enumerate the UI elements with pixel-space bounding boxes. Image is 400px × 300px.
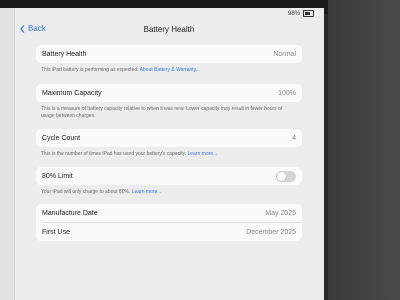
cycle-count-learn-more-link[interactable]: Learn more...: [188, 151, 218, 157]
first-use-value: December 2025: [246, 228, 296, 236]
battery-health-note: This iPad battery is performing as expec…: [41, 67, 200, 73]
maximum-capacity-value: 100%: [278, 89, 296, 97]
cycle-count-note: This is the number of times iPad has use…: [41, 151, 218, 157]
maximum-capacity-note: This is a measure of battery capacity re…: [41, 106, 283, 119]
battery-icon: [303, 10, 314, 17]
settings-sidebar-edge: [0, 8, 15, 300]
manufacture-date-row: Manufacture Date May 2025: [36, 204, 302, 222]
maximum-capacity-card: Maximum Capacity 100%: [36, 84, 302, 102]
limit-80-learn-more-link[interactable]: Learn more...: [132, 189, 162, 195]
first-use-label: First Use: [42, 228, 70, 236]
manufacture-date-label: Manufacture Date: [42, 209, 98, 217]
battery-health-label: Battery Health: [42, 50, 87, 58]
status-bar: 98%: [288, 10, 314, 17]
limit-80-note: Your iPad will only charge to about 80%.…: [41, 189, 162, 195]
maximum-capacity-label: Maximum Capacity: [42, 89, 102, 97]
battery-health-card[interactable]: Battery Health Normal: [36, 45, 302, 63]
limit-80-label: 80% Limit: [42, 172, 73, 180]
cycle-count-label: Cycle Count: [42, 134, 81, 142]
cycle-count-card: Cycle Count 4: [36, 129, 302, 147]
page-title: Battery Health: [143, 25, 195, 34]
manufacture-date-value: May 2025: [265, 209, 296, 217]
background-surface: [328, 0, 400, 300]
first-use-row: First Use December 2025: [36, 223, 302, 241]
about-battery-warranty-link[interactable]: About Battery & Warranty...: [140, 67, 200, 73]
navigation-bar: Back Battery Health: [14, 22, 324, 40]
dates-card: Manufacture Date May 2025 First Use Dece…: [36, 204, 302, 241]
limit-80-toggle[interactable]: [276, 170, 296, 182]
limit-80-card: 80% Limit: [36, 167, 302, 185]
cycle-count-value: 4: [292, 134, 296, 142]
battery-health-value: Normal: [273, 50, 296, 58]
toggle-knob: [277, 171, 286, 181]
ipad-screen: 98% Back Battery Health Battery Health N…: [0, 8, 324, 300]
battery-percent: 98%: [287, 10, 300, 17]
